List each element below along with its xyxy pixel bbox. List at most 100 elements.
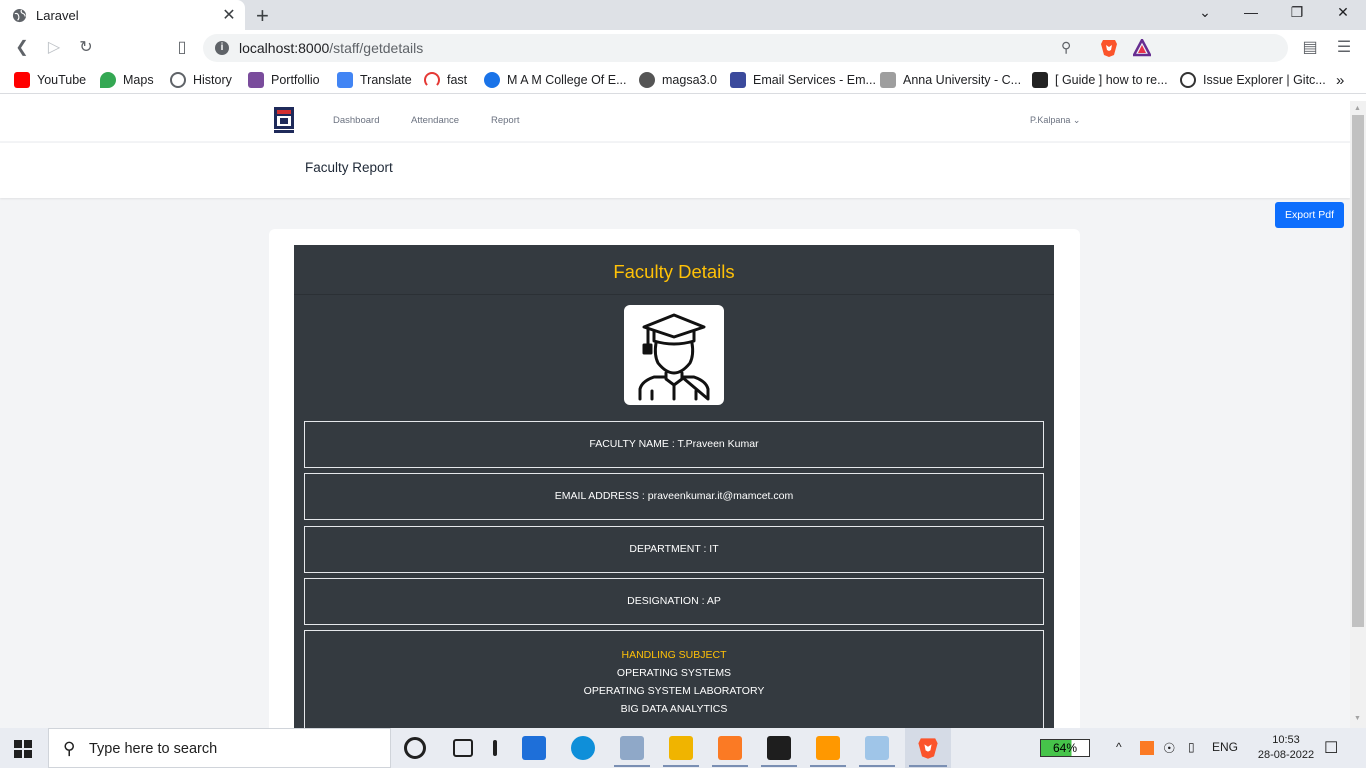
scroll-up-icon[interactable]: ▲ <box>1354 105 1361 112</box>
email-address-field: EMAIL ADDRESS : praveenkumar.it@mamcet.c… <box>304 473 1044 520</box>
export-pdf-button[interactable]: Export Pdf <box>1275 202 1344 228</box>
bookmark-translate[interactable]: Translate <box>337 72 412 88</box>
battery-indicator[interactable]: 64% <box>1040 739 1090 757</box>
site-info-icon[interactable]: i <box>215 41 229 55</box>
browser-tab[interactable]: Laravel ✕ <box>0 0 245 30</box>
bookmark-mam-college[interactable]: M A M College Of E... <box>484 72 627 88</box>
chat-icon <box>1032 72 1048 88</box>
bookmark-fast[interactable]: fast <box>424 72 467 88</box>
handling-subjects-box: HANDLING SUBJECT OPERATING SYSTEMS OPERA… <box>304 630 1044 728</box>
nav-attendance[interactable]: Attendance <box>411 115 459 126</box>
xampp-tray-icon[interactable] <box>1140 741 1154 755</box>
bookmark-history[interactable]: History <box>170 72 232 88</box>
nav-report[interactable]: Report <box>491 115 520 126</box>
brave-taskbar-button[interactable] <box>905 728 951 768</box>
forward-icon[interactable]: ▷ <box>44 38 64 58</box>
back-icon[interactable]: ❮ <box>12 38 32 58</box>
page-title: Faculty Report <box>305 160 393 175</box>
nav-dashboard[interactable]: Dashboard <box>333 115 379 126</box>
bookmark-portfollio[interactable]: Portfollio <box>248 72 320 88</box>
app-navbar: Dashboard Attendance Report P.Kalpana ⌄ <box>0 101 1350 142</box>
brave-icon <box>918 738 938 759</box>
gitcoin-icon <box>1180 72 1196 88</box>
page-header: Faculty Report <box>0 143 1350 198</box>
address-bar[interactable]: i localhost:8000/staff/getdetails ⚲ <box>203 34 1288 62</box>
url-text: localhost:8000/staff/getdetails <box>239 40 424 56</box>
restore-icon[interactable]: ❐ <box>1274 4 1320 21</box>
sublime-text-icon[interactable] <box>816 736 840 760</box>
bookmark-icon[interactable]: ▯ <box>172 38 192 58</box>
college-c-icon <box>484 72 500 88</box>
scroll-down-icon[interactable]: ▼ <box>1354 715 1361 722</box>
battery-tray-icon[interactable]: ▯ <box>1188 740 1195 754</box>
browser-tab-strip: Laravel ✕ + ⌄ — ❐ ✕ <box>0 0 1366 30</box>
subject-item: BIG DATA ANALYTICS <box>620 703 728 715</box>
active-app-indicator <box>859 765 895 767</box>
page-scrollbar[interactable]: ▲ ▼ <box>1350 101 1366 728</box>
brave-rewards-icon[interactable] <box>1133 39 1151 57</box>
new-tab-button[interactable]: + <box>256 3 269 29</box>
minimize-icon[interactable]: — <box>1228 4 1274 20</box>
paint-icon[interactable] <box>865 736 889 760</box>
bookmark-maps[interactable]: Maps <box>100 72 154 88</box>
speedometer-icon <box>424 72 440 88</box>
cortana-icon[interactable] <box>404 737 426 759</box>
title-divider <box>294 294 1054 295</box>
globe-icon <box>12 8 27 22</box>
clock[interactable]: 10:53 28-08-2022 <box>1256 733 1316 763</box>
more-bookmarks-icon[interactable]: » <box>1336 72 1344 89</box>
subjects-heading: HANDLING SUBJECT <box>621 649 727 661</box>
portfolio-icon <box>248 72 264 88</box>
maps-icon <box>100 72 116 88</box>
browser-toolbar: ❮ ▷ ↻ ▯ i localhost:8000/staff/getdetail… <box>0 30 1366 66</box>
university-icon <box>880 72 896 88</box>
user-dropdown[interactable]: P.Kalpana ⌄ <box>1030 115 1080 126</box>
edge-icon[interactable] <box>571 736 595 760</box>
bookmark-email-services[interactable]: Email Services - Em... <box>730 72 876 88</box>
tab-title: Laravel <box>36 7 79 23</box>
active-app-indicator <box>761 765 797 767</box>
menu-icon[interactable]: ☰ <box>1334 38 1354 58</box>
window-close-icon[interactable]: ✕ <box>1320 4 1366 21</box>
bookmark-youtube[interactable]: YouTube <box>14 72 86 88</box>
email-services-icon <box>730 72 746 88</box>
brave-shields-icon[interactable] <box>1100 38 1118 58</box>
tab-search-chevron-icon[interactable]: ⌄ <box>1182 4 1228 21</box>
bookmark-issue-explorer[interactable]: Issue Explorer | Gitc... <box>1180 72 1326 88</box>
active-app-indicator <box>663 765 699 767</box>
chevron-up-icon[interactable]: ^ <box>1116 740 1122 754</box>
faculty-name-field: FACULTY NAME : T.Praveen Kumar <box>304 421 1044 468</box>
college-logo[interactable] <box>273 106 295 134</box>
panel-title: Faculty Details <box>613 261 735 282</box>
wallet-icon[interactable]: ▤ <box>1300 38 1320 58</box>
globe-icon <box>639 72 655 88</box>
history-icon <box>170 72 186 88</box>
active-app-indicator <box>810 765 846 767</box>
bookmarks-bar: YouTube Maps History Portfollio Translat… <box>0 66 1366 94</box>
page-viewport: Dashboard Attendance Report P.Kalpana ⌄ … <box>0 101 1350 728</box>
translate-icon <box>337 72 353 88</box>
search-icon: ⚲ <box>63 739 76 758</box>
taskbar-search-input[interactable]: ⚲ Type here to search <box>48 728 391 768</box>
zoom-icon[interactable]: ⚲ <box>1061 39 1071 56</box>
reload-icon[interactable]: ↻ <box>76 38 96 58</box>
terminal-icon[interactable] <box>767 736 791 760</box>
bookmark-anna-university[interactable]: Anna University - C... <box>880 72 1021 88</box>
bookmark-magsa[interactable]: magsa3.0 <box>639 72 717 88</box>
windows-start-icon[interactable] <box>14 740 32 758</box>
language-indicator[interactable]: ENG <box>1212 740 1238 754</box>
close-tab-icon[interactable]: ✕ <box>217 5 241 25</box>
network-globe-icon[interactable]: ☉ <box>1163 740 1176 757</box>
xampp-icon[interactable] <box>718 736 742 760</box>
task-view-icon[interactable] <box>453 739 473 757</box>
file-explorer-icon[interactable] <box>669 736 693 760</box>
scrollbar-thumb[interactable] <box>1352 115 1364 627</box>
system-monitor-icon[interactable] <box>620 736 644 760</box>
taskbar-separator-icon <box>493 740 497 756</box>
bookmark-guide[interactable]: [ Guide ] how to re... <box>1032 72 1168 88</box>
report-card: Faculty Details FACULTY NAME: T.Praveen… <box>269 229 1080 728</box>
department-field: DEPARTMENT : IT <box>304 526 1044 573</box>
microsoft-store-icon[interactable] <box>522 736 546 760</box>
active-app-indicator <box>712 765 748 767</box>
notifications-icon[interactable]: ☐ <box>1324 738 1338 758</box>
